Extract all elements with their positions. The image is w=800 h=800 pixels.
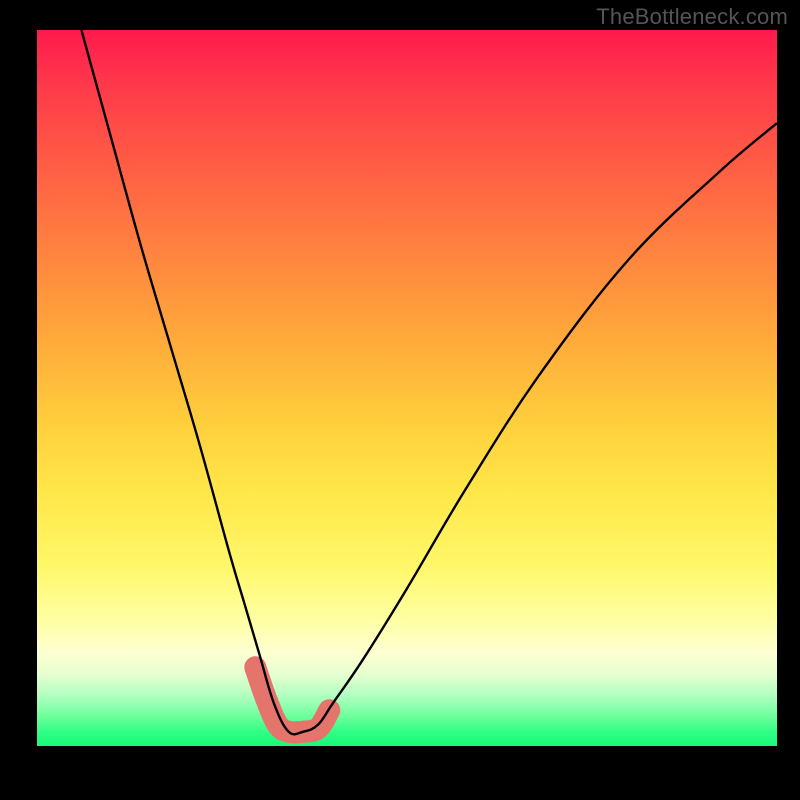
watermark-text: TheBottleneck.com (596, 4, 788, 30)
curve-svg (37, 30, 777, 746)
plot-area (37, 30, 777, 746)
chart-container: TheBottleneck.com (0, 0, 800, 800)
bottleneck-curve (81, 30, 777, 734)
